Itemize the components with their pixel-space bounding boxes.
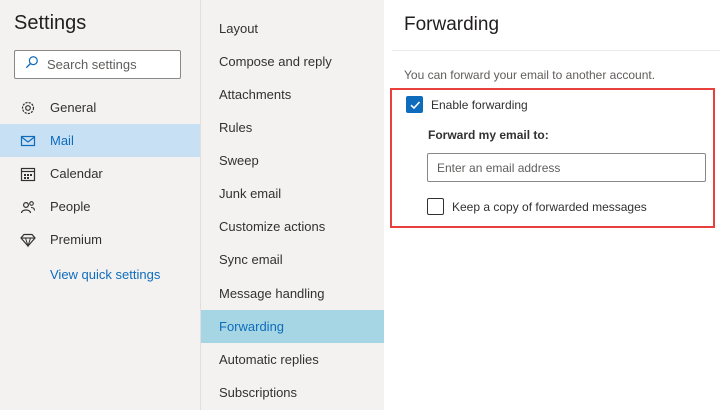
- mail-icon: [20, 133, 36, 149]
- nav-item-general[interactable]: General: [0, 91, 200, 124]
- nav-item-label: Mail: [50, 133, 74, 148]
- subnav-message-handling[interactable]: Message handling: [201, 277, 385, 310]
- calendar-icon: [20, 166, 36, 182]
- enable-forwarding-row[interactable]: Enable forwarding: [406, 96, 528, 113]
- search-settings-input[interactable]: [47, 57, 167, 72]
- view-quick-settings-link[interactable]: View quick settings: [50, 267, 160, 282]
- subnav-subscriptions[interactable]: Subscriptions: [201, 376, 385, 409]
- diamond-icon: [20, 232, 36, 248]
- subnav-rules[interactable]: Rules: [201, 111, 385, 144]
- keep-copy-label: Keep a copy of forwarded messages: [452, 199, 647, 214]
- subnav-customize-actions[interactable]: Customize actions: [201, 210, 385, 243]
- forwarding-settings-pane: Forwarding You can forward your email to…: [384, 0, 720, 410]
- search-icon: [25, 55, 47, 74]
- nav-item-people[interactable]: People: [0, 190, 200, 223]
- gear-icon: [20, 100, 36, 116]
- subnav-layout[interactable]: Layout: [201, 12, 385, 45]
- keep-copy-row[interactable]: Keep a copy of forwarded messages: [427, 198, 647, 215]
- forward-to-label: Forward my email to:: [428, 128, 549, 142]
- keep-copy-checkbox[interactable]: [427, 198, 444, 215]
- nav-item-label: General: [50, 100, 97, 115]
- nav-item-premium[interactable]: Premium: [0, 223, 200, 256]
- subnav-junk-email[interactable]: Junk email: [201, 177, 385, 210]
- mail-subsection-pane: Layout Compose and reply Attachments Rul…: [200, 0, 385, 410]
- page-title: Forwarding: [404, 14, 500, 35]
- subnav-automatic-replies[interactable]: Automatic replies: [201, 343, 385, 376]
- forwarding-description: You can forward your email to another ac…: [404, 68, 656, 82]
- nav-item-mail[interactable]: Mail: [0, 124, 200, 157]
- subnav-sync-email[interactable]: Sync email: [201, 243, 385, 276]
- nav-item-label: People: [50, 199, 91, 214]
- nav-item-label: Premium: [50, 232, 103, 247]
- nav-item-label: Calendar: [50, 166, 103, 181]
- checkmark-icon: [409, 100, 420, 109]
- subnav-compose-and-reply[interactable]: Compose and reply: [201, 45, 385, 78]
- subnav-attachments[interactable]: Attachments: [201, 78, 385, 111]
- subnav-forwarding[interactable]: Forwarding: [201, 310, 385, 343]
- title-divider: [392, 50, 720, 51]
- nav-item-calendar[interactable]: Calendar: [0, 157, 200, 190]
- settings-nav-pane: Settings General Mail Calendar People: [0, 0, 200, 410]
- enable-forwarding-label: Enable forwarding: [431, 97, 528, 112]
- subnav-sweep[interactable]: Sweep: [201, 144, 385, 177]
- enable-forwarding-checkbox[interactable]: [406, 96, 423, 113]
- people-icon: [20, 199, 36, 215]
- forward-email-input[interactable]: [427, 153, 706, 182]
- settings-title: Settings: [14, 12, 87, 34]
- search-settings-box[interactable]: [14, 50, 181, 79]
